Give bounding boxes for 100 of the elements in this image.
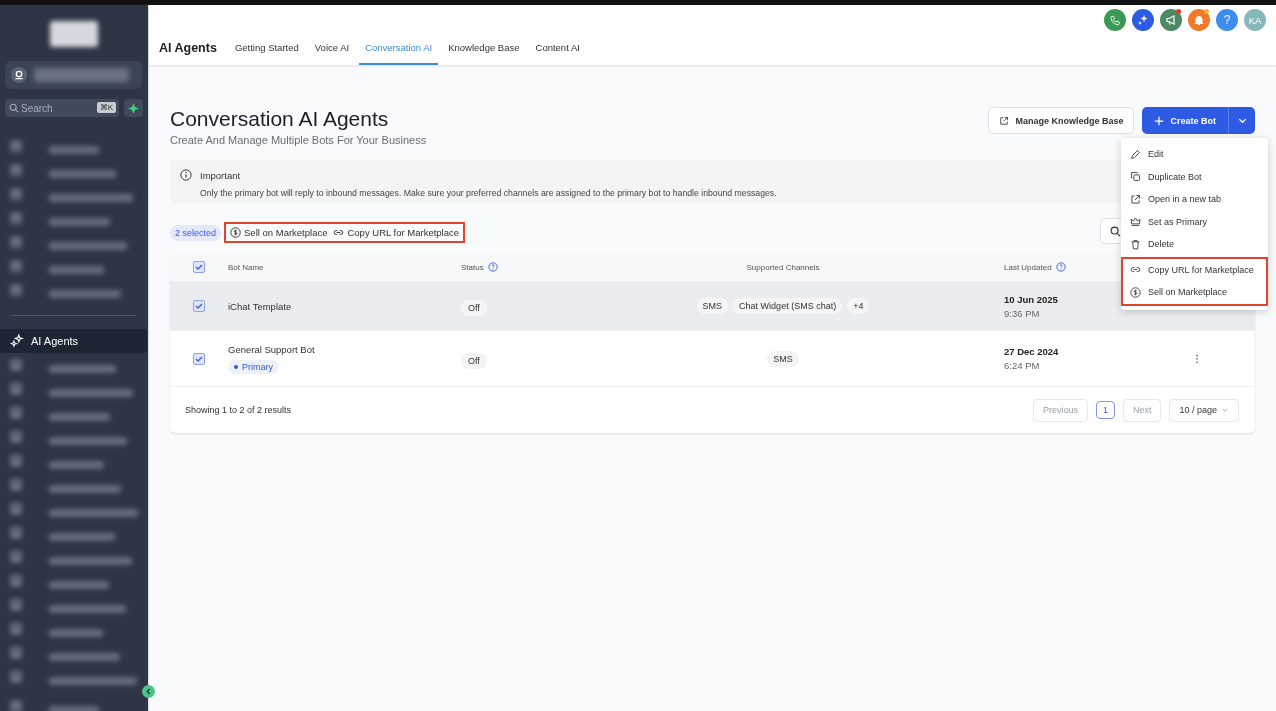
- blurred-icon: [10, 431, 22, 443]
- menu-item[interactable]: Copy URL for Marketplace: [1123, 258, 1266, 281]
- create-bot-button[interactable]: Create Bot: [1142, 107, 1229, 134]
- menu-item[interactable]: Duplicate Bot: [1121, 165, 1268, 188]
- blurred-menu-item: [49, 289, 121, 298]
- bulk-action-button[interactable]: Sell on Marketplace: [230, 227, 328, 238]
- blurred-icon: [10, 284, 22, 296]
- blurred-icon: [10, 407, 22, 419]
- select-all-checkbox[interactable]: [193, 261, 205, 273]
- blurred-menu-item: [49, 652, 120, 661]
- menu-item[interactable]: Set as Primary: [1121, 210, 1268, 233]
- sparkle-button[interactable]: [1132, 9, 1154, 31]
- blurred-icon: [10, 188, 22, 200]
- blurred-icon: [10, 700, 22, 711]
- help-icon: [487, 262, 498, 272]
- blurred-icon: [10, 236, 22, 248]
- status-pill: Off: [461, 300, 487, 316]
- blurred-icon: [10, 479, 22, 491]
- blurred-logo: [50, 21, 98, 47]
- search-icon: [1109, 225, 1121, 237]
- sparkles-icon: [10, 334, 24, 348]
- dollar-icon: [230, 227, 242, 238]
- column-header: Supported Channels: [746, 262, 820, 272]
- dollar-icon: [1130, 286, 1141, 298]
- crown-icon: [1130, 216, 1141, 228]
- blurred-icon: [10, 455, 22, 467]
- blurred-menu-item: [49, 412, 110, 421]
- banner-title: Important: [200, 169, 241, 181]
- updated-date: 27 Dec 2024: [1004, 346, 1060, 357]
- blurred-menu-item: [49, 145, 99, 154]
- sparkle-icon: [128, 102, 139, 114]
- manage-knowledge-base-button[interactable]: Manage Knowledge Base: [988, 107, 1135, 134]
- blurred-icon: [10, 383, 22, 395]
- channel-tag: +4: [847, 298, 870, 314]
- sidebar-item[interactable]: AI Agents: [0, 329, 147, 353]
- table-row[interactable]: General Support Bot Primary Off SMS 27 Dec 2024 6:24 PM: [170, 330, 1255, 386]
- row-checkbox[interactable]: [193, 300, 205, 312]
- blurred-menu-item: [49, 265, 104, 274]
- tab[interactable]: Voice AI: [308, 42, 356, 65]
- create-options-button[interactable]: [1229, 107, 1255, 134]
- sparkle-icon: [1137, 14, 1149, 26]
- notifications-button[interactable]: [1188, 9, 1210, 31]
- blurred-icon: [10, 359, 22, 371]
- page-number-button[interactable]: 1: [1095, 401, 1115, 419]
- chevron-left-icon: [145, 688, 152, 695]
- collapse-sidebar-button[interactable]: [142, 685, 155, 698]
- shortcut-badge: ⌘K: [96, 102, 116, 113]
- bot-name: iChat Template: [228, 300, 292, 312]
- row-checkbox[interactable]: [193, 352, 205, 365]
- megaphone-icon: [1165, 14, 1177, 26]
- blurred-icon: [10, 671, 22, 683]
- column-header: Last Updated: [1004, 262, 1052, 272]
- blurred-menu-item: [49, 364, 116, 373]
- blurred-icon: [10, 623, 22, 635]
- blurred-icon: [10, 164, 22, 176]
- blurred-icon: [10, 575, 22, 587]
- updated-time: 9:36 PM: [1004, 307, 1041, 319]
- external-link-icon: [999, 115, 1010, 126]
- blurred-menu-item: [49, 580, 109, 589]
- copy-icon: [1130, 171, 1141, 183]
- account-switcher[interactable]: [5, 61, 142, 89]
- page-size-select[interactable]: 10 / page: [1169, 398, 1239, 422]
- blurred-icon: [10, 260, 22, 272]
- blurred-icon: [10, 527, 22, 539]
- phone-icon: [1109, 14, 1121, 26]
- tab[interactable]: Getting Started: [228, 42, 305, 65]
- chevron-down-icon: [1221, 406, 1229, 414]
- page-subtitle: Create And Manage Multiple Bots For Your Business: [170, 134, 427, 146]
- tab[interactable]: Conversation AI: [359, 42, 439, 65]
- bulk-action-button[interactable]: Copy URL for Marketplace: [333, 227, 460, 238]
- blurred-menu-item: [49, 169, 116, 178]
- info-icon: [180, 169, 192, 181]
- blurred-icon: [10, 599, 22, 611]
- phone-button[interactable]: [1104, 9, 1126, 31]
- tab[interactable]: Knowledge Base: [442, 42, 526, 65]
- blurred-menu-item: [49, 532, 115, 541]
- plus-icon: [1154, 115, 1165, 126]
- blurred-menu-item: [49, 484, 121, 493]
- section-title: AI Agents: [159, 41, 217, 55]
- menu-item[interactable]: Delete: [1121, 233, 1268, 256]
- results-summary: Showing 1 to 2 of 2 results: [185, 405, 292, 415]
- bell-icon: [1193, 14, 1205, 26]
- selection-count: 2 selected: [170, 224, 222, 241]
- updated-date: 10 Jun 2025: [1004, 293, 1059, 305]
- blurred-icon: [10, 503, 22, 515]
- blurred-icon: [10, 551, 22, 563]
- blurred-menu-item: [49, 705, 99, 711]
- ai-assistant-button[interactable]: [124, 99, 143, 117]
- location-icon: [10, 66, 28, 84]
- external-link-icon: [1130, 193, 1141, 205]
- primary-tag: Primary: [228, 359, 279, 374]
- megaphone-button[interactable]: [1160, 9, 1182, 31]
- blurred-icon: [10, 140, 22, 152]
- column-header: Bot Name: [228, 262, 264, 272]
- tab[interactable]: Content AI: [529, 42, 586, 65]
- menu-item[interactable]: Open in a new tab: [1121, 188, 1268, 211]
- menu-item[interactable]: Edit: [1121, 143, 1268, 166]
- blurred-icon: [10, 212, 22, 224]
- bot-name: General Support Bot: [228, 343, 315, 355]
- pencil-icon: [1130, 148, 1141, 160]
